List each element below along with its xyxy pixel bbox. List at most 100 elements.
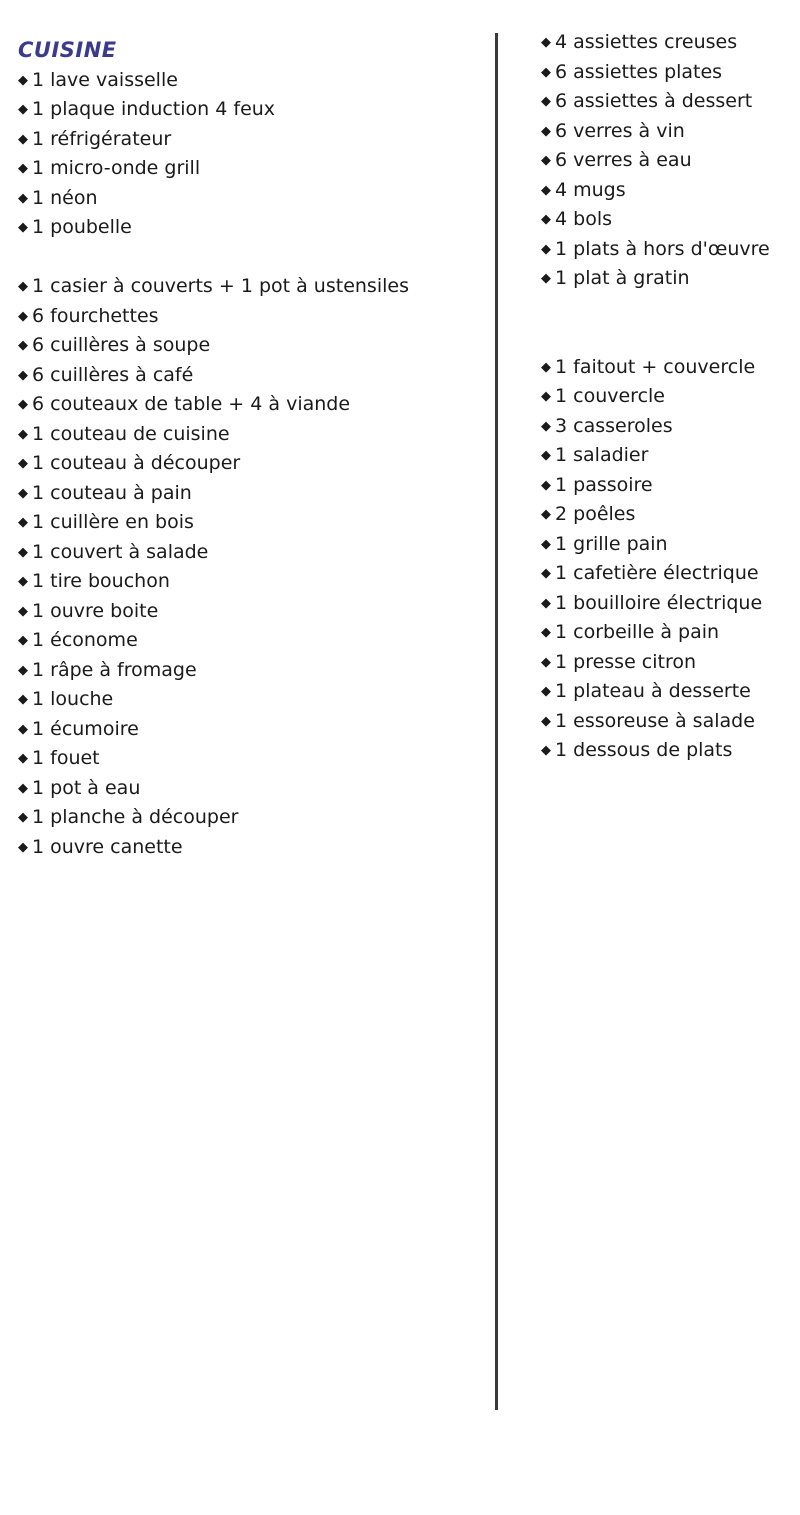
list-item: ◆ 1 plat à gratin [541, 264, 791, 294]
inventory-list: ◆ 1 casier à couverts + 1 pot à ustensile… [18, 272, 478, 862]
list-item-label: 1 louche [32, 688, 114, 710]
list-item-label: 1 ouvre canette [32, 835, 183, 858]
list-item-label: 6 assiettes plates [555, 60, 723, 83]
list-item: ◆ 1 couvert à salade [18, 538, 478, 568]
column-divider [495, 33, 498, 1410]
list-item: ◆ 1 bouilloire électrique [541, 589, 791, 619]
list-item-label: 1 couteau à découper [32, 452, 241, 474]
list-item-label: 1 planche à découper [32, 806, 239, 828]
diamond-bullet-icon: ◆ [541, 536, 551, 552]
diamond-bullet-icon: ◆ [541, 477, 551, 493]
diamond-bullet-icon: ◆ [18, 426, 28, 442]
left-column: CUISINE ◆ 1 lave vaisselle ◆ 1 plaque induc… [18, 36, 478, 862]
list-item: ◆ 1 passoire [541, 471, 791, 501]
list-item-label: 4 bols [555, 208, 612, 230]
list-item: ◆ 1 poubelle [18, 213, 478, 243]
list-item: ◆ 3 casseroles [541, 412, 791, 442]
list-item: ◆ 1 faitout + couvercle [541, 353, 791, 383]
list-item: ◆ 1 micro-onde grill [18, 154, 478, 184]
list-item-label: 1 ouvre boite [32, 599, 159, 622]
list-item-label: 1 faitout + couvercle [555, 355, 756, 378]
diamond-bullet-icon: ◆ [541, 448, 551, 463]
list-item-label: 4 assiettes creuses [555, 31, 738, 53]
list-item: ◆ 4 mugs [541, 176, 791, 206]
diamond-bullet-icon: ◆ [18, 72, 28, 88]
list-item: ◆ 1 dessous de plats [541, 736, 791, 766]
list-item: ◆ 1 couvercle [541, 382, 791, 412]
diamond-bullet-icon: ◆ [18, 161, 28, 176]
list-item: ◆ 1 râpe à fromage [18, 656, 478, 686]
list-item-label: 1 économe [32, 629, 138, 651]
list-item: ◆ 1 plaque induction 4 feux [18, 95, 478, 125]
list-item-label: 6 fourchettes [32, 304, 159, 327]
list-item: ◆ 6 verres à eau [541, 146, 791, 176]
diamond-bullet-icon: ◆ [18, 544, 28, 560]
diamond-bullet-icon: ◆ [18, 397, 28, 412]
diamond-bullet-icon: ◆ [541, 94, 551, 109]
diamond-bullet-icon: ◆ [541, 123, 551, 139]
list-item: ◆ 1 corbeille à pain [541, 618, 791, 648]
diamond-bullet-icon: ◆ [541, 595, 551, 611]
list-item: ◆ 1 planche à découper [18, 803, 478, 833]
diamond-bullet-icon: ◆ [541, 35, 551, 50]
list-item: ◆ 6 cuillères à soupe [18, 331, 478, 361]
list-item: ◆ 6 fourchettes [18, 302, 478, 332]
diamond-bullet-icon: ◆ [541, 507, 551, 522]
diamond-bullet-icon: ◆ [18, 131, 28, 147]
list-item-label: 6 verres à vin [555, 119, 685, 142]
list-item: ◆ 1 fouet [18, 744, 478, 774]
list-item-label: 1 bouilloire électrique [555, 591, 763, 614]
list-item: ◆ 1 économe [18, 626, 478, 656]
list-item-label: 1 dessous de plats [555, 739, 733, 761]
diamond-bullet-icon: ◆ [541, 212, 551, 227]
list-item-label: 6 cuillères à soupe [32, 334, 211, 356]
diamond-bullet-icon: ◆ [541, 418, 551, 434]
list-item: ◆ 6 couteaux de table + 4 à viande [18, 390, 478, 420]
diamond-bullet-icon: ◆ [18, 751, 28, 766]
diamond-bullet-icon: ◆ [18, 308, 28, 324]
inventory-list: ◆ 1 lave vaisselle ◆ 1 plaque induction 4 f… [18, 66, 478, 243]
list-item: ◆ 1 cuillère en bois [18, 508, 478, 538]
diamond-bullet-icon: ◆ [541, 654, 551, 670]
list-item-label: 6 cuillères à café [32, 363, 194, 386]
list-item: ◆ 1 pot à eau [18, 774, 478, 804]
diamond-bullet-icon: ◆ [541, 389, 551, 404]
list-item-label: 1 micro-onde grill [32, 157, 201, 179]
list-item-label: 1 essoreuse à salade [555, 709, 755, 732]
list-item-label: 2 poêles [555, 503, 636, 525]
list-item: ◆ 1 saladier [541, 441, 791, 471]
diamond-bullet-icon: ◆ [541, 182, 551, 198]
list-item-label: 1 corbeille à pain [555, 621, 720, 643]
diamond-bullet-icon: ◆ [18, 574, 28, 589]
list-item-label: 1 pot à eau [32, 776, 141, 799]
list-item: ◆ 1 essoreuse à salade [541, 707, 791, 737]
list-item-label: 1 casier à couverts + 1 pot à ustensiles [32, 275, 409, 297]
list-item-label: 1 plaque induction 4 feux [32, 98, 276, 120]
document-page: CUISINE ◆ 1 lave vaisselle ◆ 1 plaque induc… [0, 0, 800, 1515]
diamond-bullet-icon: ◆ [18, 810, 28, 825]
list-item: ◆ 1 néon [18, 184, 478, 214]
list-item-label: 1 couvert à salade [32, 540, 209, 563]
list-item: ◆ 1 couteau de cuisine [18, 420, 478, 450]
list-item-label: 1 lave vaisselle [32, 68, 178, 91]
list-item: ◆ 1 écumoire [18, 715, 478, 745]
list-item-label: 1 réfrigérateur [32, 127, 172, 150]
diamond-bullet-icon: ◆ [18, 662, 28, 678]
list-item-label: 1 plateau à desserte [555, 680, 751, 702]
diamond-bullet-icon: ◆ [18, 456, 28, 471]
diamond-bullet-icon: ◆ [18, 338, 28, 353]
diamond-bullet-icon: ◆ [18, 839, 28, 855]
diamond-bullet-icon: ◆ [18, 367, 28, 383]
list-item-label: 1 cuillère en bois [32, 511, 194, 533]
right-column: ◆ 4 assiettes creuses ◆ 6 assiettes plates ◆… [541, 28, 791, 766]
diamond-bullet-icon: ◆ [18, 102, 28, 117]
list-item: ◆ 1 casier à couverts + 1 pot à ustensile… [18, 272, 478, 302]
list-item-label: 1 plats à hors d'œuvre [555, 237, 770, 260]
list-item: ◆ 6 cuillères à café [18, 361, 478, 391]
list-item-label: 1 passoire [555, 473, 653, 496]
diamond-bullet-icon: ◆ [18, 692, 28, 707]
list-item: ◆ 1 plats à hors d'œuvre [541, 235, 791, 265]
list-item-label: 1 poubelle [32, 216, 132, 238]
list-item-label: 6 assiettes à dessert [555, 90, 753, 112]
